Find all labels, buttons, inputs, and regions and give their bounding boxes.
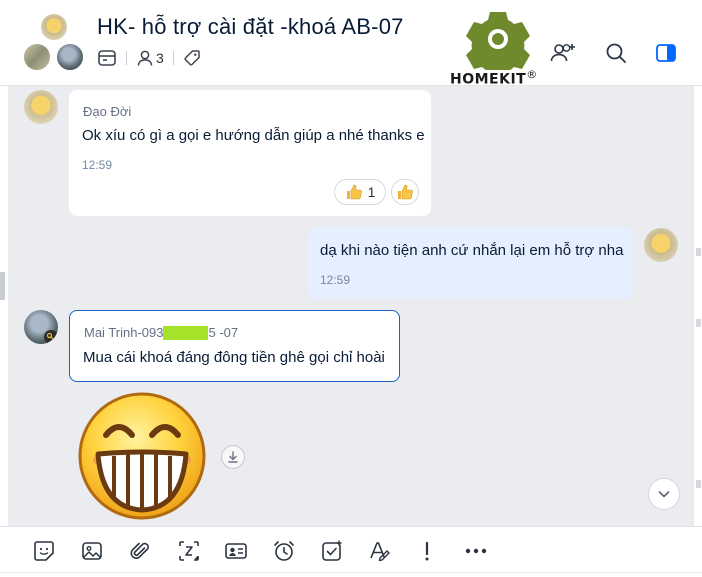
toggle-sidebar-button[interactable] <box>651 38 681 68</box>
contact-card-icon <box>225 543 247 559</box>
avatar[interactable] <box>24 310 58 344</box>
grinning-face-sticker[interactable] <box>76 390 208 522</box>
divider <box>172 51 174 65</box>
message-text: dạ khi nào tiện anh cứ nhắn lại em hỗ tr… <box>320 242 624 259</box>
logo-mark <box>466 12 530 79</box>
download-button[interactable] <box>221 445 245 469</box>
reaction-count: 1 <box>367 184 376 200</box>
grin-emoji-icon <box>78 392 206 520</box>
image-icon <box>82 542 102 560</box>
sticker-icon <box>34 541 54 561</box>
composer-divider <box>0 572 702 573</box>
download-icon <box>228 451 238 463</box>
chat-header: HK- hỗ trợ cài đặt -khoá AB-07 3 HOMEKIT… <box>0 0 702 88</box>
tag-icon[interactable] <box>183 49 201 67</box>
sender-name[interactable]: Đạo Đời <box>83 104 131 119</box>
paperclip-icon <box>130 542 149 559</box>
message-bubble[interactable]: Đạo Đời Ok xíu có gì a gọi e hướng dẫn g… <box>69 90 431 216</box>
key-badge-icon <box>44 330 58 344</box>
avatar[interactable] <box>24 90 58 124</box>
scrollbar-track[interactable] <box>694 86 702 526</box>
text-format-icon <box>370 542 390 562</box>
screenshot-icon <box>179 541 199 561</box>
message-time: 12:59 <box>82 158 113 172</box>
reminder-button[interactable] <box>270 537 298 565</box>
sender-name-part: 5 -07 <box>208 325 239 340</box>
message-list[interactable]: Đạo Đời Ok xíu có gì a gọi e hướng dẫn g… <box>8 86 694 526</box>
contact-card-button[interactable] <box>222 537 250 565</box>
exclamation-icon <box>425 541 429 561</box>
search-button[interactable] <box>601 38 631 68</box>
chevron-down-icon <box>658 491 670 498</box>
message-time: 12:59 <box>320 273 351 287</box>
window-icon[interactable] <box>97 49 117 67</box>
member-avatar <box>22 42 52 72</box>
search-icon <box>606 43 626 63</box>
sender-name[interactable]: Mai Trinh-093 5 -07 <box>84 325 238 340</box>
add-people-icon <box>550 44 575 62</box>
message-text: Mua cái khoá đáng đông tiền ghê gọi chỉ … <box>83 349 385 366</box>
thumbs-up-icon <box>345 183 363 201</box>
add-reaction-button[interactable] <box>391 179 419 205</box>
scrollbar-marker <box>696 480 701 488</box>
member-avatar <box>55 42 85 72</box>
image-button[interactable] <box>78 537 106 565</box>
composer-toolbar <box>0 526 702 577</box>
left-edge-handle[interactable] <box>0 272 5 300</box>
sender-name-part: Mai Trinh-093 <box>84 325 164 340</box>
task-check-icon <box>322 540 342 561</box>
group-avatar[interactable] <box>22 12 88 74</box>
scrollbar-marker <box>696 248 701 256</box>
add-member-button[interactable] <box>548 38 578 68</box>
sidebar-panel-icon <box>656 44 676 62</box>
text-format-button[interactable] <box>366 537 394 565</box>
members-button[interactable]: 3 <box>136 49 164 67</box>
message-bubble[interactable]: Mai Trinh-093 5 -07 Mua cái khoá đáng đô… <box>69 310 400 382</box>
message-bubble-outgoing[interactable]: dạ khi nào tiện anh cứ nhắn lại em hỗ tr… <box>308 227 633 299</box>
thumbs-up-icon <box>396 183 414 201</box>
important-button[interactable] <box>413 537 441 565</box>
more-icon <box>465 548 487 554</box>
scrollbar-marker <box>696 319 701 327</box>
member-avatar <box>39 12 69 42</box>
member-count: 3 <box>156 50 164 66</box>
attach-file-button[interactable] <box>126 537 154 565</box>
avatar[interactable] <box>644 228 678 262</box>
scroll-to-bottom-button[interactable] <box>648 478 680 510</box>
conversation-title[interactable]: HK- hỗ trợ cài đặt -khoá AB-07 <box>97 14 404 40</box>
redaction-highlight <box>163 325 209 340</box>
divider <box>126 51 127 65</box>
alarm-clock-icon <box>274 541 294 561</box>
more-options-button[interactable] <box>462 537 490 565</box>
message-text: Ok xíu có gì a gọi e hướng dẫn giúp a nh… <box>82 127 425 144</box>
person-icon <box>137 50 153 66</box>
homekit-logo: HOMEKIT® <box>450 10 550 88</box>
task-button[interactable] <box>318 537 346 565</box>
reaction-count-pill[interactable]: 1 <box>334 179 386 205</box>
sticker-button[interactable] <box>30 537 58 565</box>
logo-text: HOMEKIT® <box>450 68 538 88</box>
conversation-meta: 3 <box>97 48 201 68</box>
screenshot-button[interactable] <box>175 537 203 565</box>
